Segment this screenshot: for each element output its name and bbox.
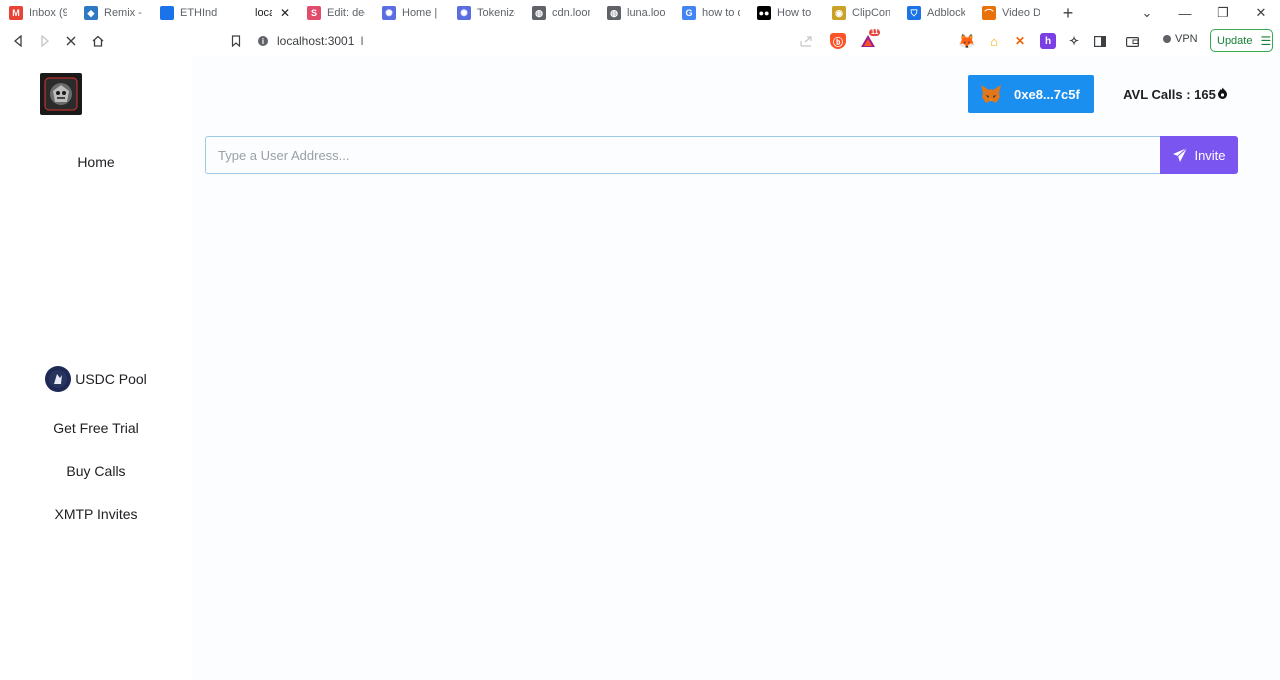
metamask-fox-icon: [981, 85, 1001, 103]
tab-title: Tokenize/: [477, 7, 515, 19]
app-page: Home USDC Pool Get Free Trial Buy Calls …: [0, 56, 1280, 680]
tab-favicon-icon: ✺: [382, 6, 396, 20]
nav-buy-calls[interactable]: Buy Calls: [0, 463, 192, 479]
bookmark-icon[interactable]: [227, 32, 245, 50]
extension-icon[interactable]: ⌂: [986, 33, 1002, 49]
back-button[interactable]: [9, 32, 27, 50]
tab-favicon-icon: G: [682, 6, 696, 20]
tab-favicon-icon: ◉: [832, 6, 846, 20]
app-logo[interactable]: [40, 73, 82, 115]
sidebar-toggle-icon[interactable]: [1092, 33, 1108, 49]
browser-tab[interactable]: S Edit: deck: [298, 0, 373, 26]
address-bar[interactable]: i localhost:3001 I: [258, 31, 364, 51]
metamask-extension-icon[interactable]: 🦊: [958, 33, 975, 49]
tab-favicon-icon: [235, 6, 249, 20]
rewards-badge: 11: [869, 29, 881, 36]
browser-tab[interactable]: locall ✕: [226, 0, 298, 26]
tab-title: luna.loom: [627, 7, 665, 19]
close-tab-button[interactable]: ✕: [280, 6, 290, 20]
browser-toolbar: i localhost:3001 I ⓑ 11 🦊 ⌂ ✕ h ✧ VPN Up…: [0, 26, 1280, 56]
tab-title: ETHIndia -: [180, 7, 218, 19]
tab-favicon-icon: ⌒: [982, 6, 996, 20]
user-address-input[interactable]: [205, 136, 1160, 174]
vpn-label: VPN: [1175, 33, 1198, 45]
available-calls-label: AVL Calls : 165: [1123, 86, 1216, 102]
menu-icon: ☰: [1260, 33, 1272, 48]
browser-tab[interactable]: ◍ cdn.loom: [523, 0, 598, 26]
minimize-button[interactable]: —: [1166, 6, 1204, 21]
tab-title: Edit: deck: [327, 7, 365, 19]
tab-favicon-icon: ◆: [84, 6, 98, 20]
browser-tab[interactable]: ✺ Home | Lc: [373, 0, 448, 26]
tab-title: Remix - Et: [104, 7, 143, 19]
browser-tab[interactable]: ✺ Tokenize/: [448, 0, 523, 26]
tab-title: How to D: [777, 7, 815, 19]
brave-rewards-icon[interactable]: 11: [860, 29, 881, 49]
tab-title: locall: [255, 7, 272, 19]
forward-button[interactable]: [36, 32, 54, 50]
nav-get-free-trial[interactable]: Get Free Trial: [0, 420, 192, 436]
address-bar-url: localhost:3001: [277, 34, 355, 48]
browser-tab[interactable]: ◆ Remix - Et: [75, 0, 151, 26]
invite-button[interactable]: Invite: [1160, 136, 1238, 174]
vpn-button[interactable]: VPN: [1163, 33, 1198, 45]
close-window-button[interactable]: ✕: [1242, 5, 1280, 21]
extensions-puzzle-icon[interactable]: ✧: [1066, 33, 1082, 49]
invite-form: Invite: [205, 136, 1238, 174]
wallet-address: 0xe8...7c5f: [1014, 86, 1080, 102]
nav-xmtp-invites[interactable]: XMTP Invites: [0, 506, 192, 522]
stop-loading-button[interactable]: [62, 32, 80, 50]
tab-favicon-icon: [160, 6, 174, 20]
browser-tab[interactable]: M Inbox (9,4: [0, 0, 75, 26]
extension-icon[interactable]: h: [1040, 33, 1056, 49]
extension-icon[interactable]: ✕: [1012, 33, 1028, 49]
tab-favicon-icon: ●●: [757, 6, 771, 20]
tab-title: ClipConve: [852, 7, 890, 19]
wallet-connect-button[interactable]: 0xe8...7c5f: [968, 75, 1094, 113]
browser-tab[interactable]: ●● How to D: [748, 0, 823, 26]
browser-tab[interactable]: ⛉ Adblocker: [898, 0, 973, 26]
fire-icon: [1217, 87, 1228, 102]
tab-favicon-icon: ◍: [607, 6, 621, 20]
nav-home[interactable]: Home: [0, 154, 192, 170]
tab-favicon-icon: ◍: [532, 6, 546, 20]
window-controls: ⌄ — ❐ ✕: [1128, 0, 1280, 26]
tab-favicon-icon: M: [9, 6, 23, 20]
tab-title: Home | Lc: [402, 7, 440, 19]
tab-title: cdn.loom: [552, 7, 590, 19]
browser-tab[interactable]: ⌒ Video Dov: [973, 0, 1048, 26]
brave-shields-icon[interactable]: ⓑ: [830, 33, 846, 49]
browser-tab[interactable]: ETHIndia -: [151, 0, 226, 26]
tab-favicon-icon: S: [307, 6, 321, 20]
browser-tab[interactable]: Ghow to do: [673, 0, 748, 26]
wallet-icon[interactable]: [1124, 33, 1140, 49]
invite-button-label: Invite: [1194, 147, 1226, 163]
browser-tab[interactable]: ◍ luna.loom: [598, 0, 673, 26]
home-icon[interactable]: [89, 32, 107, 50]
tab-title: Adblocker: [927, 7, 965, 19]
vpn-status-icon: [1163, 35, 1171, 43]
available-calls-display: AVL Calls : 165: [1113, 75, 1238, 113]
tab-title: how to do: [702, 7, 740, 19]
share-icon[interactable]: [797, 32, 815, 50]
tab-search-icon[interactable]: ⌄: [1128, 5, 1166, 21]
nav-usdc-pool[interactable]: USDC Pool: [0, 366, 192, 392]
tab-favicon-icon: ✺: [457, 6, 471, 20]
text-cursor-icon: I: [360, 34, 364, 48]
site-info-icon[interactable]: i: [258, 36, 268, 46]
update-button[interactable]: Update ☰: [1210, 29, 1273, 52]
tab-title: Video Dov: [1002, 7, 1040, 19]
browser-tab-strip: M Inbox (9,4 ◆ Remix - Et ETHIndia - locall ✕ S…: [0, 0, 1280, 26]
nav-usdc-pool-label: USDC Pool: [75, 371, 147, 387]
send-icon: [1173, 147, 1188, 162]
update-label: Update: [1217, 34, 1253, 47]
tab-favicon-icon: ⛉: [907, 6, 921, 20]
new-tab-button[interactable]: +: [1054, 3, 1082, 24]
usdc-pool-icon: [45, 366, 72, 392]
tab-title: Inbox (9,4: [29, 7, 67, 19]
browser-tab[interactable]: ◉ ClipConve: [823, 0, 898, 26]
maximize-button[interactable]: ❐: [1204, 5, 1242, 21]
